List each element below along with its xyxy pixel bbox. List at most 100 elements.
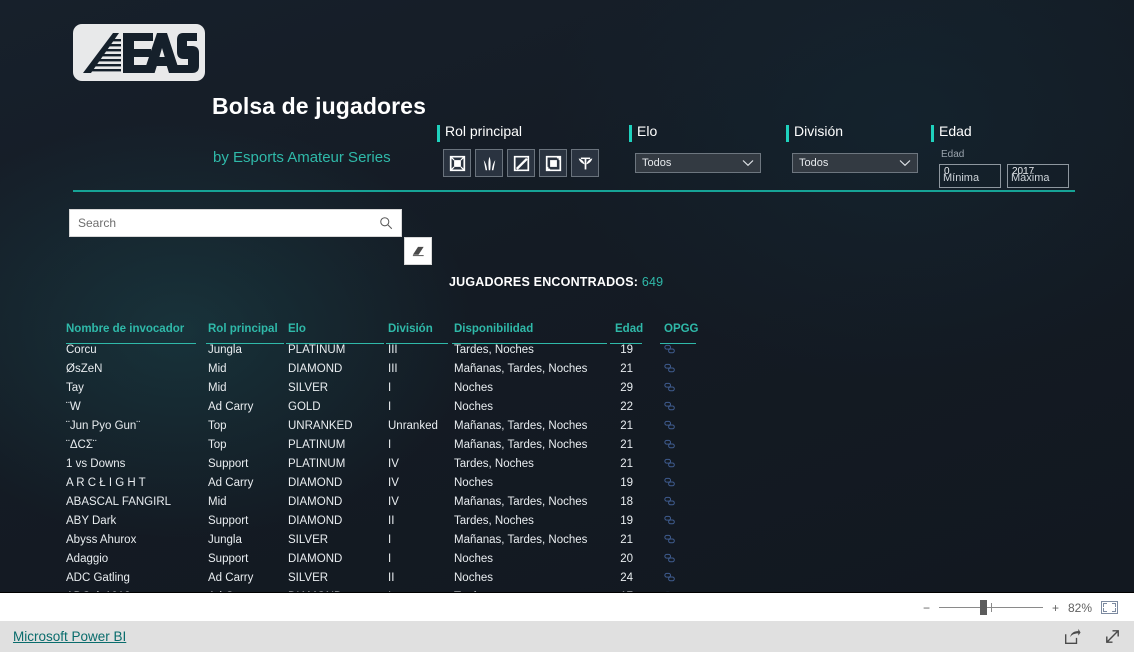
division-dropdown-value: Todos xyxy=(799,157,829,169)
link-icon[interactable] xyxy=(664,382,676,393)
cell-role: Mid xyxy=(208,496,227,508)
link-icon[interactable] xyxy=(664,515,676,526)
page-footer: Microsoft Power BI xyxy=(0,621,1134,652)
cell-elo: DIAMOND xyxy=(288,591,342,592)
cell-elo: SILVER xyxy=(288,382,329,394)
table-row[interactable]: ADC Gatling Ad Carry SILVER II Noches 24 xyxy=(66,569,702,588)
filter-accent-bar xyxy=(931,125,934,142)
link-icon[interactable] xyxy=(664,477,676,488)
table-row[interactable]: 1 vs Downs Support PLATINUM IV Tardes, Noche… xyxy=(66,455,702,474)
age-max-input[interactable]: 2017 Máxima xyxy=(1007,164,1069,188)
column-header-role[interactable]: Rol principal xyxy=(208,323,278,335)
cell-age: 21 xyxy=(620,363,633,375)
cell-name: ADCplz1012 xyxy=(66,591,131,592)
cell-div: I xyxy=(388,534,392,546)
link-icon[interactable] xyxy=(664,572,676,583)
cell-elo: DIAMOND xyxy=(288,496,343,508)
results-count: JUGADORES ENCONTRADOS: 649 xyxy=(449,275,1134,289)
cell-age: 21 xyxy=(620,534,633,546)
players-table: Nombre de invocador Rol principal Elo Di… xyxy=(66,321,702,592)
clear-filters-button[interactable] xyxy=(404,237,432,265)
zoom-slider[interactable] xyxy=(938,600,1043,615)
cell-role: Jungla xyxy=(208,534,242,546)
column-header-elo[interactable]: Elo xyxy=(288,323,306,335)
fit-to-page-icon[interactable] xyxy=(1101,601,1118,614)
link-icon[interactable] xyxy=(664,534,676,545)
age-max-placeholder: Máxima xyxy=(1011,172,1050,184)
filter-role-label: Rol principal xyxy=(445,123,523,139)
cell-div: I xyxy=(388,439,392,451)
cell-age: 19 xyxy=(620,344,633,356)
table-row[interactable]: Tay Mid SILVER I Noches 29 xyxy=(66,379,702,398)
table-row[interactable]: ABASCAL FANGIRL Mid DIAMOND IV Mañanas, Tard… xyxy=(66,493,702,512)
column-header-avail[interactable]: Disponibilidad xyxy=(454,323,533,335)
cell-avail: Mañanas, Tardes, Noches xyxy=(454,420,588,432)
cell-name: ABY Dark xyxy=(66,515,117,527)
link-icon[interactable] xyxy=(664,458,676,469)
table-row[interactable]: ¨Jun Pyo Gun¨ Top UNRANKED Unranked Mañanas,… xyxy=(66,417,702,436)
table-row[interactable]: Adaggio Support DIAMOND I Noches 20 xyxy=(66,550,702,569)
role-button-group xyxy=(443,149,599,177)
cell-div: I xyxy=(388,553,392,565)
cell-div: II xyxy=(388,572,395,584)
cell-avail: Tardes, Noches xyxy=(454,458,534,470)
zoom-in-button[interactable]: + xyxy=(1052,601,1059,615)
filter-age-label: Edad xyxy=(939,123,972,139)
link-icon[interactable] xyxy=(664,363,676,374)
table-row[interactable]: ØsZeN Mid DIAMOND III Mañanas, Tardes, Noche… xyxy=(66,360,702,379)
cell-age: 24 xyxy=(620,572,633,584)
cell-elo: SILVER xyxy=(288,534,329,546)
zoom-slider-handle[interactable] xyxy=(979,600,987,615)
link-icon[interactable] xyxy=(664,591,676,592)
link-icon[interactable] xyxy=(664,496,676,507)
age-min-input[interactable]: 0 Mínima xyxy=(939,164,1001,188)
zoom-out-button[interactable]: − xyxy=(923,601,930,615)
division-dropdown[interactable]: Todos xyxy=(792,153,918,173)
cell-age: 29 xyxy=(620,382,633,394)
filter-elo-label: Elo xyxy=(637,123,658,139)
top-role-button[interactable] xyxy=(443,149,471,177)
column-header-opgg[interactable]: OPGG xyxy=(664,323,699,335)
cell-avail: Tardes, Noches xyxy=(454,344,534,356)
cell-avail: Noches xyxy=(454,382,493,394)
cell-avail: Noches xyxy=(454,477,493,489)
table-row[interactable]: Corcu Jungla PLATINUM III Tardes, Noches 19 xyxy=(66,341,702,360)
search-icon[interactable] xyxy=(379,216,393,230)
support-role-button[interactable] xyxy=(571,149,599,177)
link-icon[interactable] xyxy=(664,439,676,450)
elo-dropdown-value: Todos xyxy=(642,157,672,169)
share-icon[interactable] xyxy=(1063,628,1081,646)
cell-name: Abyss Ahurox xyxy=(66,534,137,546)
chevron-down-icon xyxy=(742,159,754,167)
zoom-level-label: 82% xyxy=(1067,600,1092,615)
report-canvas: Bolsa de jugadores by Esports Amateur Se… xyxy=(0,0,1134,592)
power-bi-link[interactable]: Microsoft Power BI xyxy=(13,629,126,644)
link-icon[interactable] xyxy=(664,344,676,355)
mid-role-button[interactable] xyxy=(507,149,535,177)
link-icon[interactable] xyxy=(664,553,676,564)
table-row[interactable]: ADCplz1012 Ad Carry DIAMOND I Tardes 17 xyxy=(66,588,702,592)
column-header-name[interactable]: Nombre de invocador xyxy=(66,323,184,335)
column-header-age[interactable]: Edad xyxy=(615,323,643,335)
jungle-role-button[interactable] xyxy=(475,149,503,177)
fullscreen-icon[interactable] xyxy=(1103,627,1122,646)
age-range-inputs: 0 Mínima 2017 Máxima xyxy=(939,164,1069,188)
bottom-role-button[interactable] xyxy=(539,149,567,177)
search-input[interactable]: Search xyxy=(69,209,402,237)
cell-div: I xyxy=(388,382,392,394)
column-header-div[interactable]: División xyxy=(388,323,433,335)
link-icon[interactable] xyxy=(664,401,676,412)
table-row[interactable]: Abyss Ahurox Jungla SILVER I Mañanas, Tardes… xyxy=(66,531,702,550)
cell-age: 19 xyxy=(620,515,633,527)
table-row[interactable]: ABY Dark Support DIAMOND II Tardes, Noches 19 xyxy=(66,512,702,531)
cell-avail: Mañanas, Tardes, Noches xyxy=(454,534,588,546)
cell-avail: Mañanas, Tardes, Noches xyxy=(454,496,588,508)
link-icon[interactable] xyxy=(664,420,676,431)
table-row[interactable]: ¨W Ad Carry GOLD I Noches 22 xyxy=(66,398,702,417)
cell-role: Support xyxy=(208,458,249,470)
cell-div: III xyxy=(388,344,398,356)
table-row[interactable]: A R C Ł I G H T Ad Carry DIAMOND IV Noches 19 xyxy=(66,474,702,493)
elo-dropdown[interactable]: Todos xyxy=(635,153,761,173)
cell-avail: Noches xyxy=(454,572,493,584)
table-row[interactable]: ¨ΔCΣ¨ Top PLATINUM I Mañanas, Tardes, Noches… xyxy=(66,436,702,455)
